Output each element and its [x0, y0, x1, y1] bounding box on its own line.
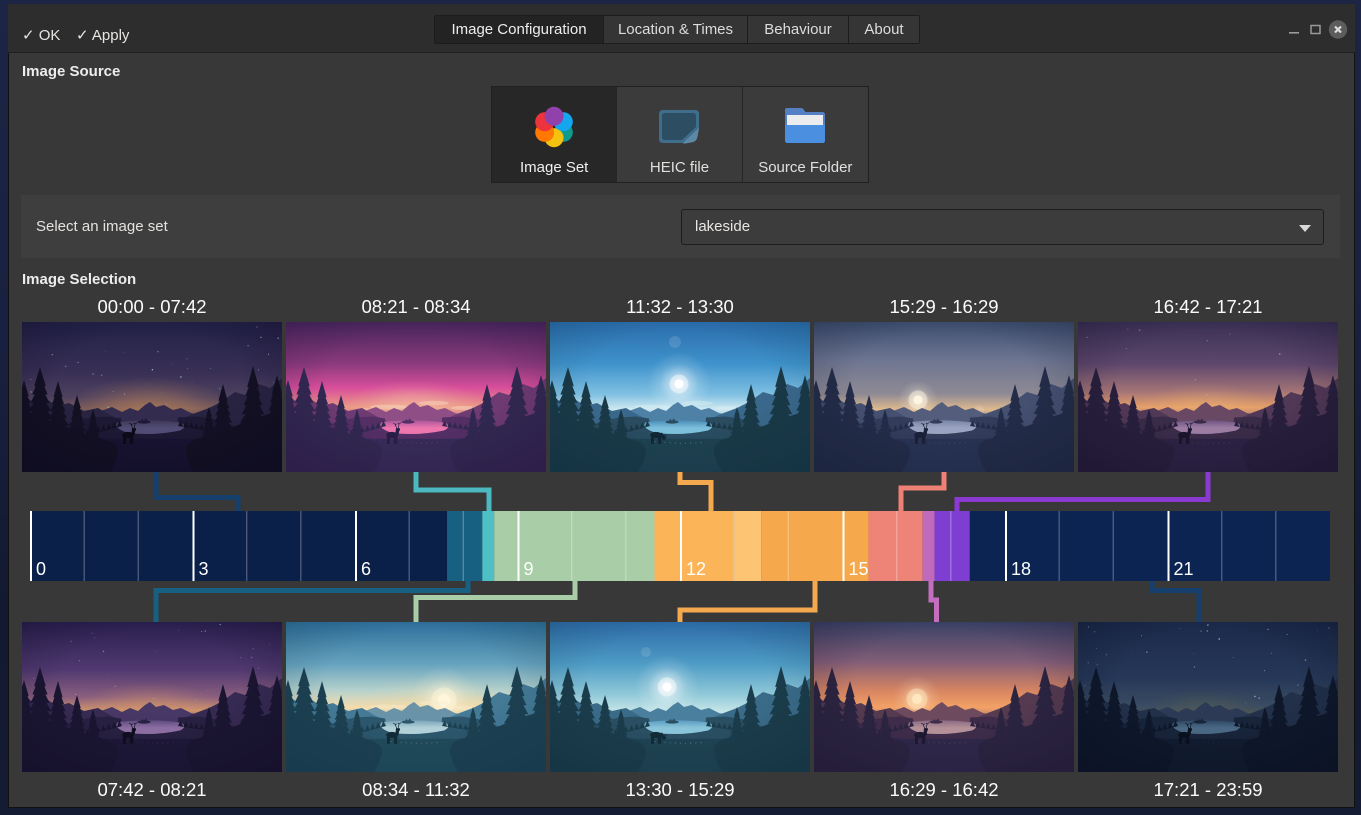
svg-text:0: 0: [36, 559, 46, 579]
svg-text:21: 21: [1174, 559, 1194, 579]
svg-text:6: 6: [361, 559, 371, 579]
svg-text:12: 12: [686, 559, 706, 579]
svg-text:9: 9: [524, 559, 534, 579]
svg-text:18: 18: [1011, 559, 1031, 579]
svg-text:3: 3: [199, 559, 209, 579]
svg-text:15: 15: [849, 559, 869, 579]
